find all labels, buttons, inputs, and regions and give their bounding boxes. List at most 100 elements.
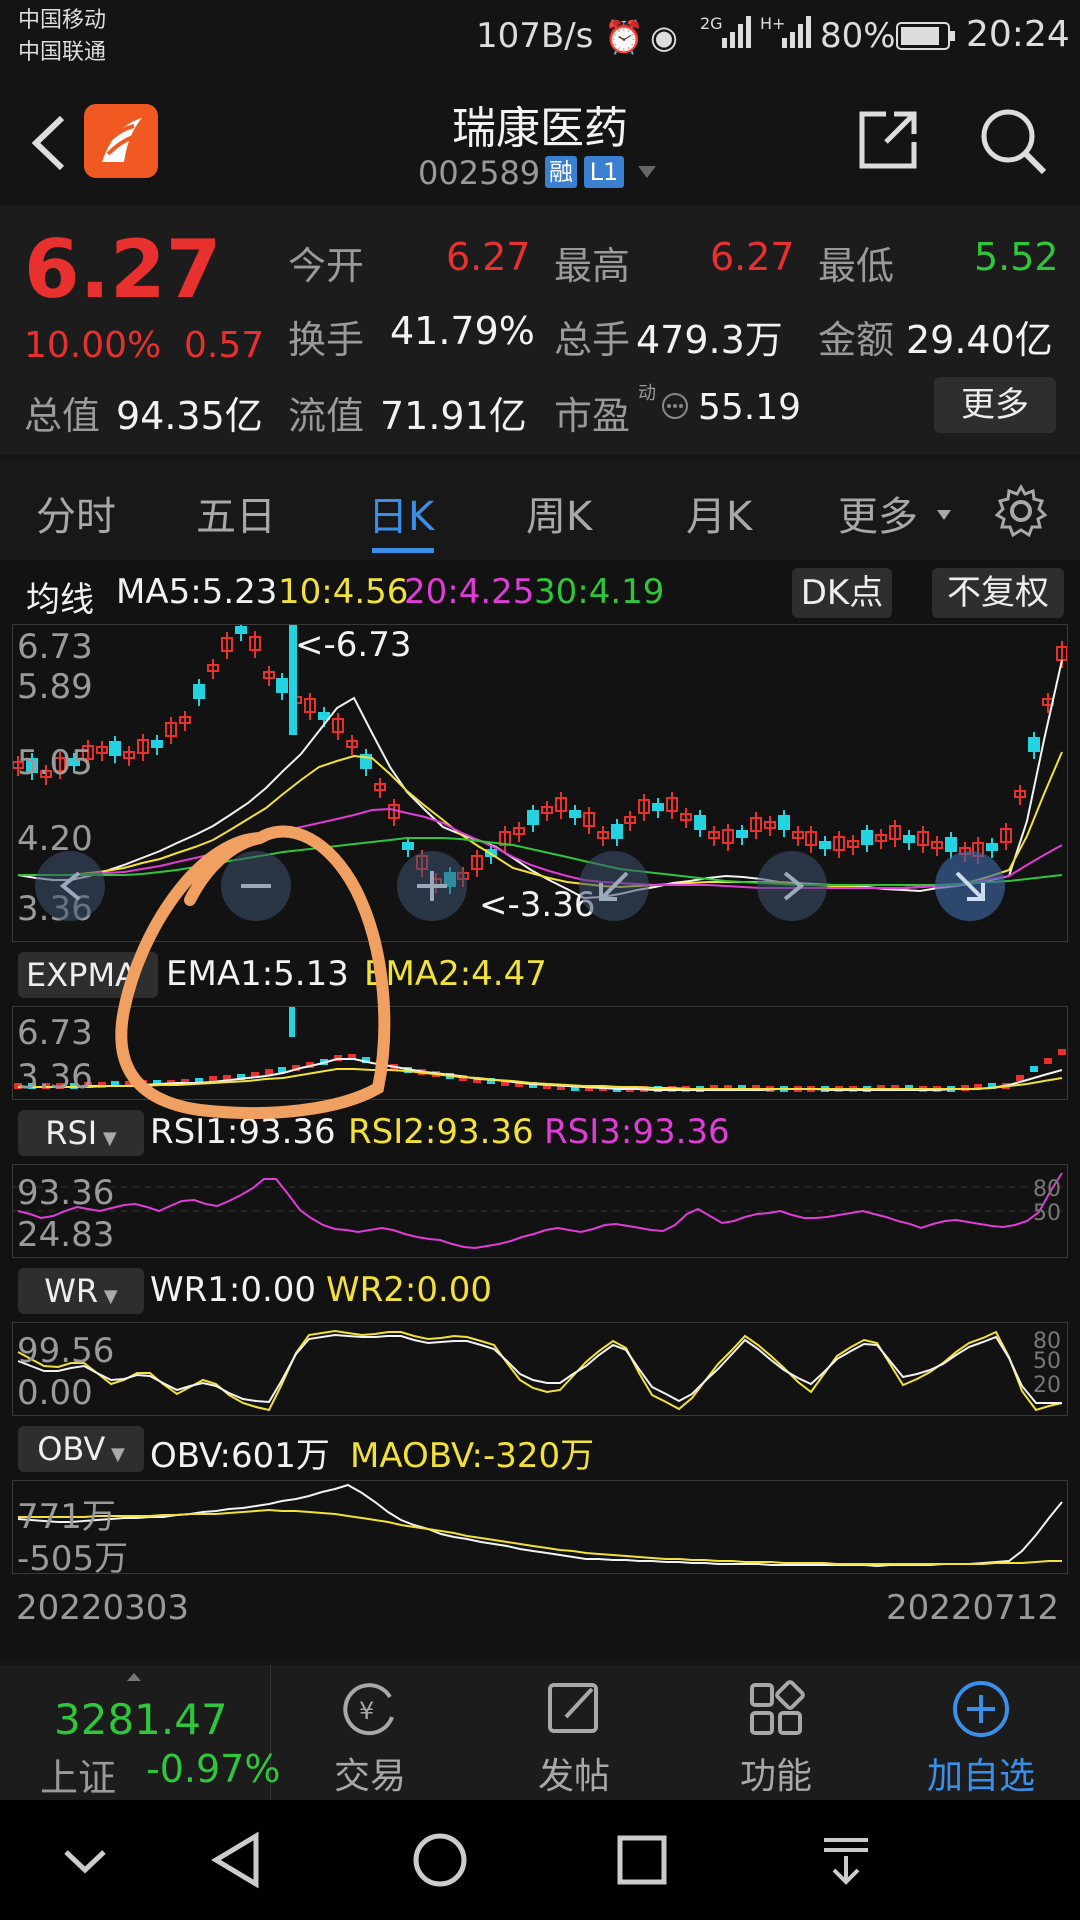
rsi-ref-50: 50 [1033, 1201, 1061, 1226]
obv-name: OBV [37, 1430, 106, 1468]
zoom-in-button[interactable] [397, 851, 467, 921]
tab-daily-k[interactable]: 日K [368, 484, 434, 542]
expma-candle [1030, 1066, 1038, 1072]
index-name: 上证 [40, 1756, 117, 1800]
rsi-axis-min: 24.83 [17, 1215, 115, 1255]
add-circle-icon [951, 1679, 1011, 1739]
grid-icon [746, 1679, 806, 1739]
quote-panel: 6.27 10.00% 0.57 总值 94.35亿 今开 6.27 最高 6.… [0, 205, 1080, 455]
ma30-value: 30:4.19 [534, 572, 665, 612]
amount-value: 29.40亿 [906, 318, 1053, 362]
tab-five-day[interactable]: 五日 [196, 484, 276, 542]
candle-body [611, 824, 623, 839]
post-button[interactable]: 发帖 [514, 1665, 634, 1800]
collapse-icon[interactable] [60, 1836, 110, 1886]
wr2-value: WR2:0.00 [326, 1270, 493, 1310]
high-marker: <-6.73 [295, 625, 412, 665]
tab-weekly-k[interactable]: 周K [526, 484, 592, 542]
float-cap-value: 71.91亿 [380, 394, 527, 438]
caret-down-icon [936, 506, 952, 520]
function-label: 功能 [739, 1756, 812, 1797]
level-badge: L1 [584, 156, 624, 188]
candle-body [1028, 737, 1040, 752]
volume-label: 总手 [554, 318, 631, 362]
active-tab-indicator [372, 548, 434, 553]
margin-badge: 融 [545, 156, 577, 188]
candle-body [903, 835, 915, 843]
dropdown-icon[interactable] [636, 164, 658, 180]
candle-body [527, 810, 539, 825]
maobv-line [18, 1508, 1062, 1565]
expma-candle [1058, 1049, 1066, 1055]
wr-selector[interactable]: WR ▼ [18, 1268, 144, 1314]
nav-back-icon[interactable] [206, 1830, 266, 1890]
edit-icon [544, 1679, 604, 1739]
expma-candle [1044, 1058, 1052, 1064]
trade-button[interactable]: ¥ 交易 [310, 1665, 430, 1800]
share-icon[interactable] [856, 108, 920, 172]
candle-body [235, 626, 247, 634]
pe-value: 55.19 [698, 387, 802, 428]
trade-icon: ¥ [340, 1679, 400, 1739]
system-nav-bar [0, 1800, 1080, 1920]
low-value: 5.52 [974, 235, 1059, 279]
notification-pull-icon[interactable] [816, 1830, 876, 1890]
search-icon[interactable] [978, 106, 1048, 176]
tab-monthly-k[interactable]: 月K [686, 484, 752, 542]
nav-home-icon[interactable] [410, 1830, 470, 1890]
kline-axis-3: 5.05 [17, 743, 93, 783]
settings-gear-icon[interactable] [994, 483, 1048, 538]
expma-axis-max: 6.73 [17, 1013, 93, 1053]
candle-body [402, 842, 414, 850]
tab-more[interactable]: 更多 [838, 484, 918, 542]
svg-text:¥: ¥ [359, 1697, 374, 1725]
more-quote-button[interactable]: 更多 [934, 377, 1056, 433]
ma10-value: 10:4.56 [278, 572, 409, 612]
change-percent: 10.00% [24, 325, 162, 366]
volume-value: 479.3万 [636, 318, 783, 362]
market-cap-label: 总值 [24, 394, 101, 438]
open-label: 今开 [288, 244, 365, 288]
network-speed: 107B/s [476, 16, 594, 56]
rsi3-value: RSI3:93.36 [544, 1112, 730, 1152]
float-cap-label: 流值 [288, 394, 365, 438]
info-icon[interactable] [660, 391, 690, 421]
function-button[interactable]: 功能 [716, 1665, 836, 1800]
obv-value: OBV:601万 [150, 1436, 330, 1476]
obv-axis-min: -505万 [17, 1539, 129, 1579]
scroll-left-button[interactable] [35, 851, 105, 921]
jump-end-button[interactable] [935, 851, 1005, 921]
candle-body [276, 678, 288, 693]
rsi-name: RSI [45, 1114, 98, 1152]
obv-selector[interactable]: OBV ▼ [18, 1426, 144, 1472]
carrier-1: 中国移动 [18, 8, 107, 33]
candle-body [986, 843, 998, 851]
alarm-icon: ⏰ [604, 18, 644, 56]
wr-chart[interactable]: 99.56 0.00 80 50 20 [12, 1322, 1068, 1416]
tab-intraday[interactable]: 分时 [36, 484, 116, 542]
dk-point-button[interactable]: DK点 [792, 568, 892, 618]
adjust-button[interactable]: 不复权 [932, 568, 1064, 618]
wr1-value: WR1:0.00 [150, 1270, 317, 1310]
amount-label: 金额 [818, 318, 895, 362]
nav-recents-icon[interactable] [612, 1830, 672, 1890]
wr-axis-max: 99.56 [17, 1331, 115, 1371]
last-price: 6.27 [24, 223, 222, 316]
end-date: 20220712 [886, 1588, 1060, 1628]
index-change: -0.97% [146, 1747, 281, 1791]
candle-body [652, 803, 664, 811]
obv-chart[interactable]: 771万 -505万 [12, 1480, 1068, 1579]
expma-axis-min: 3.36 [17, 1057, 93, 1097]
rsi-chart[interactable]: 93.36 24.83 80 50 [12, 1164, 1068, 1258]
turnover-value: 41.79% [390, 309, 535, 353]
kline-axis-2: 5.89 [17, 667, 93, 707]
signal-icon-2 [782, 16, 812, 48]
obv-line [17, 1483, 1063, 1568]
scroll-right-button[interactable] [757, 851, 827, 921]
maobv-value: MAOBV:-320万 [350, 1436, 595, 1476]
index-ticker[interactable]: 3281.47 上证 -0.97% [0, 1665, 280, 1800]
eye-icon: ◉ [650, 18, 678, 56]
add-watchlist-button[interactable]: 加自选 [906, 1665, 1056, 1800]
candle-body [569, 810, 581, 818]
jump-start-button[interactable] [579, 851, 649, 921]
